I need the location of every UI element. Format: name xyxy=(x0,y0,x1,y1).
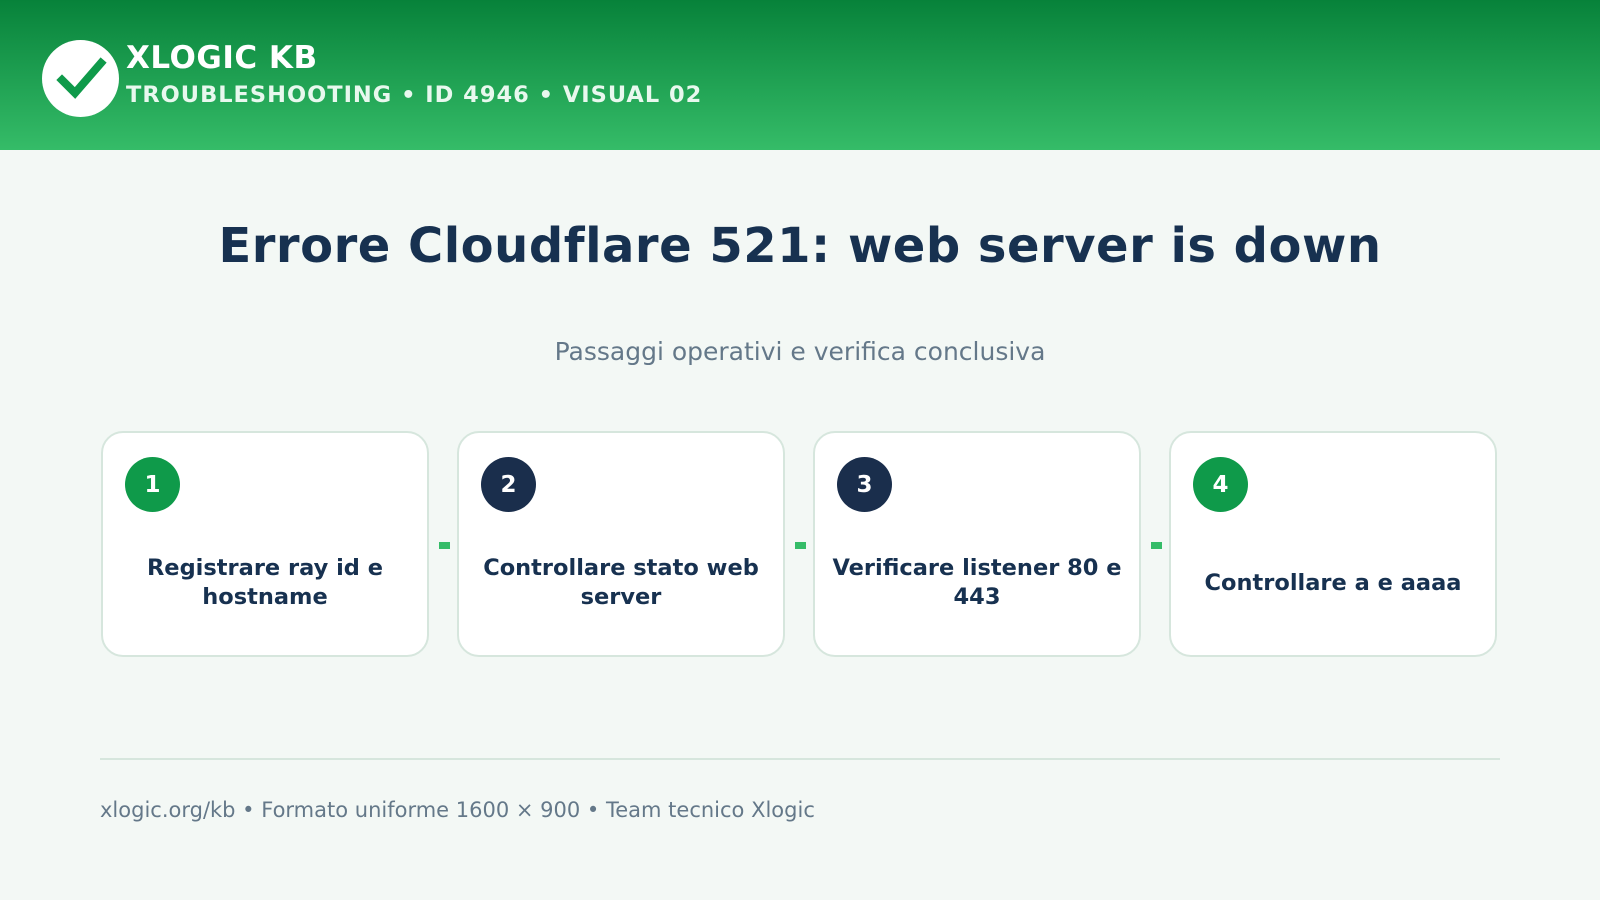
step-card-2: 2 Controllare stato web server xyxy=(457,431,785,657)
header-banner: XLOGIC KB TROUBLESHOOTING • ID 4946 • VI… xyxy=(0,0,1600,150)
brand-subtitle: TROUBLESHOOTING • ID 4946 • VISUAL 02 xyxy=(126,82,703,108)
step-badge-3: 3 xyxy=(837,457,892,512)
step-label-1: Registrare ray id e hostname xyxy=(146,555,384,610)
step-label-4: Controllare a e aaaa xyxy=(1204,569,1462,596)
footer-divider xyxy=(100,758,1500,760)
page-subtitle: Passaggi operativi e verifica conclusiva xyxy=(554,337,1046,366)
step-badge-1: 1 xyxy=(125,457,180,512)
brand-title: XLOGIC KB xyxy=(126,40,318,76)
footer-text: xlogic.org/kb • Formato uniforme 1600 × … xyxy=(100,798,815,822)
step-connector-3 xyxy=(1151,542,1162,549)
logo xyxy=(42,40,119,117)
step-card-3: 3 Verificare listener 80 e 443 xyxy=(813,431,1141,657)
step-badge-2: 2 xyxy=(481,457,536,512)
step-card-1: 1 Registrare ray id e hostname xyxy=(101,431,429,657)
step-connector-1 xyxy=(439,542,450,549)
page-title: Errore Cloudflare 521: web server is dow… xyxy=(218,218,1382,274)
step-card-4: 4 Controllare a e aaaa xyxy=(1169,431,1497,657)
step-connector-2 xyxy=(795,542,806,549)
step-label-2: Controllare stato web server xyxy=(483,555,759,610)
step-badge-4: 4 xyxy=(1193,457,1248,512)
check-icon xyxy=(55,56,107,99)
step-label-3: Verificare listener 80 e 443 xyxy=(832,555,1122,610)
